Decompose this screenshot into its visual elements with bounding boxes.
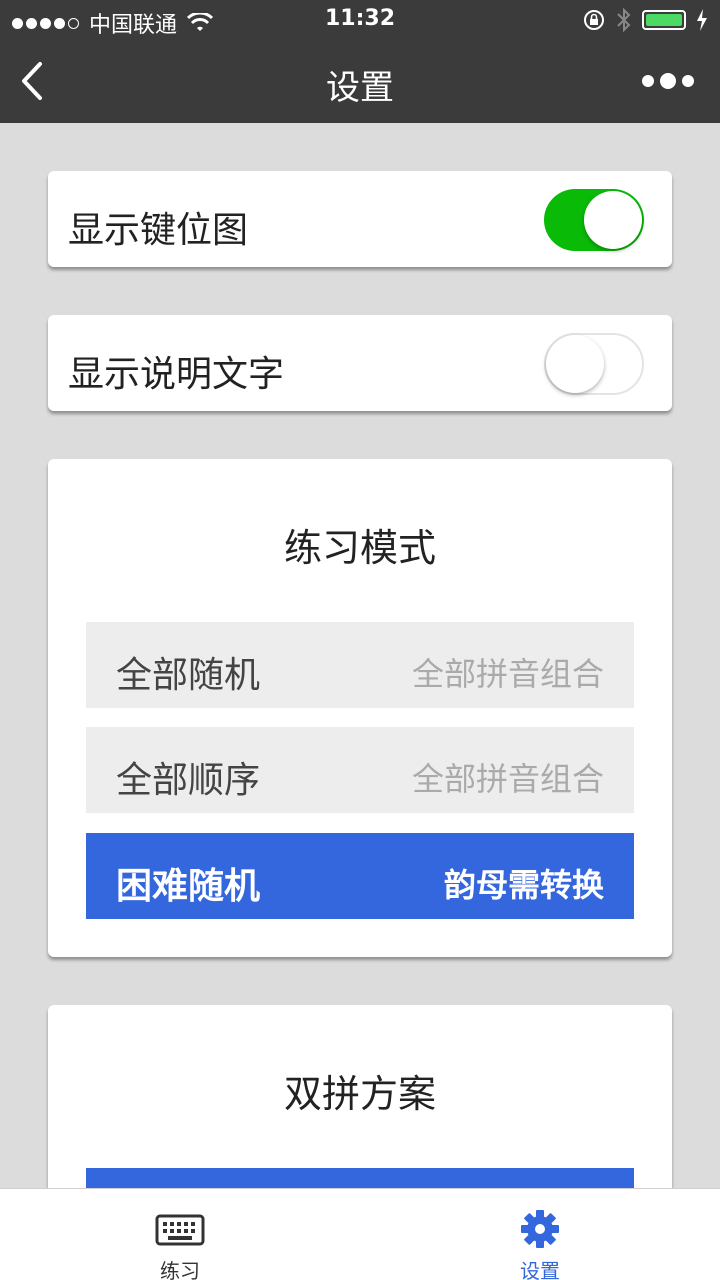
gear-icon [521, 1210, 559, 1248]
tab-practice[interactable]: 练习 [0, 1189, 360, 1280]
battery-icon [642, 10, 686, 30]
show-description-label: 显示说明文字 [68, 354, 285, 395]
option-description: 韵母需转换 [443, 866, 604, 904]
scheme-title: 双拼方案 [283, 1072, 436, 1116]
rotation-lock-icon [584, 10, 604, 30]
option-description: 全部拼音组合 [411, 760, 604, 798]
option-label: 困难随机 [116, 866, 261, 907]
tab-settings-label: 设置 [520, 1259, 560, 1280]
tab-settings[interactable]: 设置 [360, 1189, 720, 1280]
keyboard-icon [155, 1214, 205, 1246]
show-keymap-row: 显示键位图 [48, 171, 672, 267]
tab-practice-label: 练习 [160, 1259, 200, 1280]
practice-mode-title: 练习模式 [283, 526, 436, 570]
show-description-row: 显示说明文字 [48, 315, 672, 411]
tab-bar: 练习 设置 [0, 1188, 720, 1280]
mode-option-all-sequential[interactable]: 全部顺序 全部拼音组合 [86, 727, 634, 813]
bluetooth-icon [617, 7, 631, 33]
option-label: 全部随机 [116, 655, 261, 696]
practice-mode-card: 练习模式 全部随机 全部拼音组合 全部顺序 全部拼音组合 困难随机 韵母需转换 [48, 459, 672, 957]
show-keymap-switch[interactable] [544, 189, 644, 251]
show-keymap-label: 显示键位图 [68, 210, 249, 251]
status-bar: 中国联通 11:32 [0, 0, 720, 40]
option-description: 全部拼音组合 [411, 655, 604, 693]
page-title: 设置 [326, 68, 394, 108]
charging-icon [697, 9, 707, 31]
show-description-switch[interactable] [544, 333, 644, 395]
more-menu-icon[interactable] [642, 73, 694, 89]
option-label: 全部顺序 [116, 760, 261, 801]
nav-bar: 设置 [0, 40, 720, 123]
mode-option-hard-random[interactable]: 困难随机 韵母需转换 [86, 833, 634, 919]
mode-option-all-random[interactable]: 全部随机 全部拼音组合 [86, 622, 634, 708]
